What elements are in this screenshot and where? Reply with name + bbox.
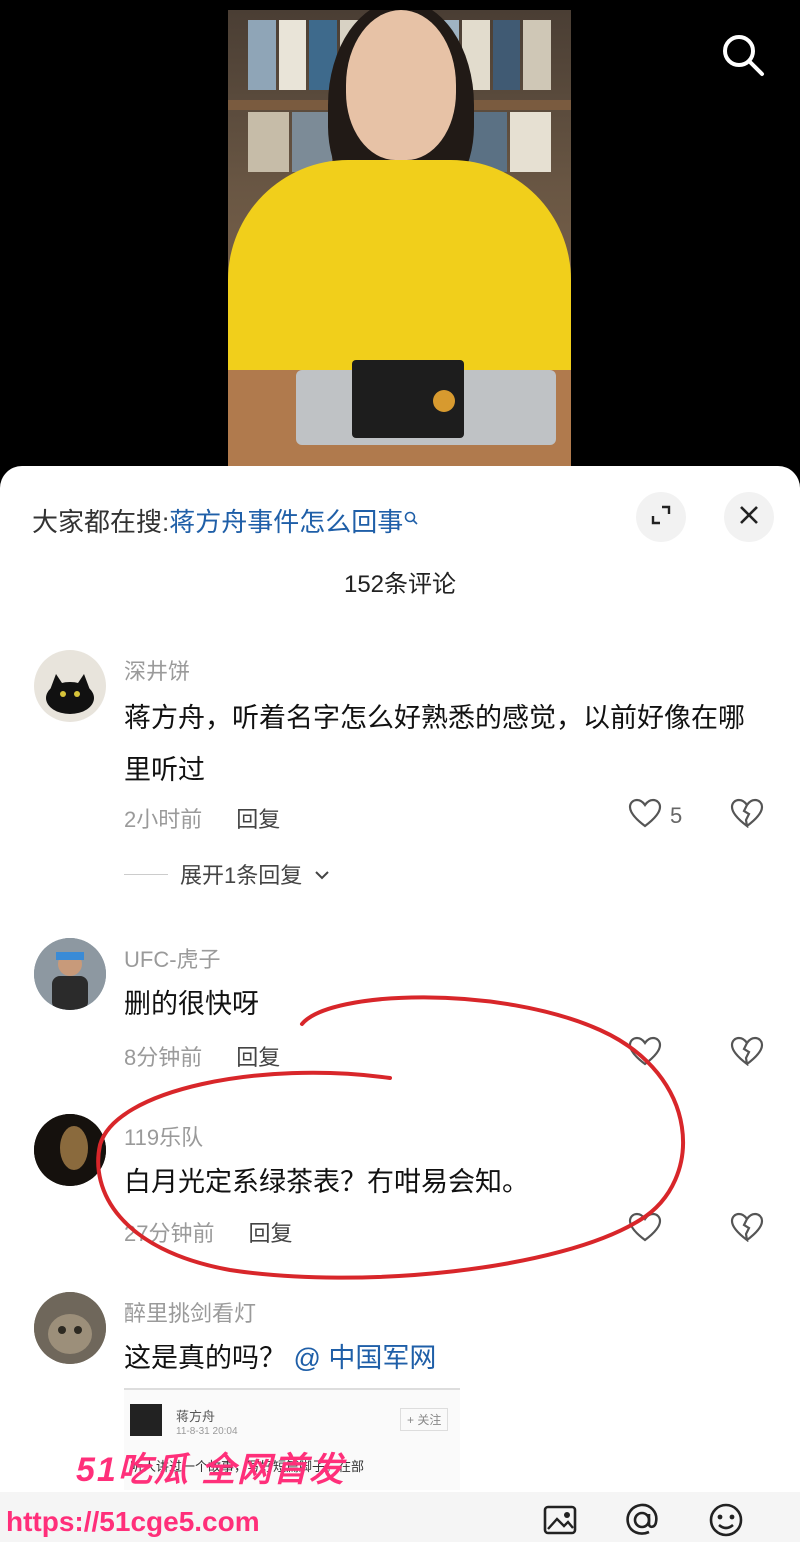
comment-text: 删的很快呀 (124, 989, 259, 1019)
hot-search-link[interactable]: 蒋方舟事件怎么回事 (169, 507, 403, 537)
broken-heart-icon (730, 798, 764, 832)
heart-icon (628, 1036, 662, 1072)
avatar[interactable] (34, 1292, 106, 1364)
comment-sheet: 大家都在搜:蒋方舟事件怎么回事 152条评论 深井饼 蒋方舟，听着名字怎么好熟悉… (0, 466, 800, 1542)
embed-follow-button[interactable]: + 关注 (400, 1408, 449, 1431)
comment-text: 蒋方舟，听着名字怎么好熟悉的感觉，以前好像在哪里听过 (124, 703, 745, 785)
emoji-icon[interactable] (706, 1500, 746, 1540)
chevron-down-icon (314, 861, 330, 887)
comment-author[interactable]: 119乐队 (124, 1120, 203, 1152)
expand-icon (650, 504, 672, 531)
book-emblem (433, 390, 455, 412)
embed-avatar (130, 1404, 162, 1436)
reply-button[interactable]: 回复 (236, 1045, 280, 1070)
embed-author: 蒋方舟 (176, 1409, 216, 1424)
avatar[interactable] (34, 650, 106, 722)
close-icon (738, 504, 760, 531)
comment-meta: 2小时前 回复 (124, 802, 280, 834)
reply-button[interactable]: 回复 (248, 1221, 292, 1246)
comment-time: 27分钟前 (124, 1221, 215, 1246)
heart-icon (628, 1212, 662, 1248)
comment-author[interactable]: 醉里挑剑看灯 (124, 1296, 256, 1328)
expand-replies[interactable]: 展开1条回复 (124, 858, 330, 890)
comment-author[interactable]: 深井饼 (124, 654, 190, 686)
video-frame (228, 10, 571, 470)
divider-line (124, 873, 168, 875)
dislike-button[interactable] (730, 1212, 764, 1247)
comment-count: 152条评论 (343, 571, 457, 598)
watermark-brand: 51吃瓜 全网首发 (76, 1451, 346, 1489)
expand-button[interactable] (636, 492, 686, 542)
comment-time: 8分钟前 (124, 1045, 203, 1070)
avatar[interactable] (34, 938, 106, 1010)
mention-link[interactable]: @ 中国军网 (294, 1343, 437, 1373)
image-icon[interactable] (540, 1500, 580, 1540)
at-icon[interactable] (622, 1500, 662, 1540)
like-button[interactable] (628, 1212, 662, 1248)
close-button[interactable] (724, 492, 774, 542)
dislike-button[interactable] (730, 798, 764, 833)
comment-meta: 27分钟前 回复 (124, 1216, 293, 1248)
broken-heart-icon (730, 1036, 764, 1070)
comment-text: 白月光定系绿茶表？冇咁易会知。 (124, 1167, 529, 1197)
embed-time: 11-8-31 20:04 (176, 1426, 238, 1437)
search-icon[interactable] (716, 28, 770, 82)
comment-meta: 8分钟前 回复 (124, 1040, 280, 1072)
like-button[interactable] (628, 1036, 662, 1072)
person-face (346, 10, 456, 160)
broken-heart-icon (730, 1212, 764, 1246)
person-sweater (228, 160, 571, 390)
expand-replies-label: 展开1条回复 (180, 863, 303, 888)
video-player[interactable] (0, 0, 800, 470)
comment-text: 这是真的吗？ @ 中国军网 (124, 1332, 760, 1384)
like-count: 5 (670, 803, 683, 828)
heart-icon (628, 798, 662, 834)
comment-author[interactable]: UFC-虎子 (124, 942, 221, 974)
reply-button[interactable]: 回复 (236, 807, 280, 832)
comment-time: 2小时前 (124, 807, 203, 832)
hot-search-bar[interactable]: 大家都在搜:蒋方舟事件怎么回事 (32, 502, 419, 539)
avatar[interactable] (34, 1114, 106, 1186)
like-button[interactable]: 5 (628, 798, 682, 834)
comment-text-body: 这是真的吗？ (124, 1343, 286, 1373)
dislike-button[interactable] (730, 1036, 764, 1071)
watermark-url: https://51cge5.com (6, 1506, 260, 1537)
hot-search-prefix: 大家都在搜: (32, 507, 170, 537)
small-search-icon (403, 502, 419, 533)
